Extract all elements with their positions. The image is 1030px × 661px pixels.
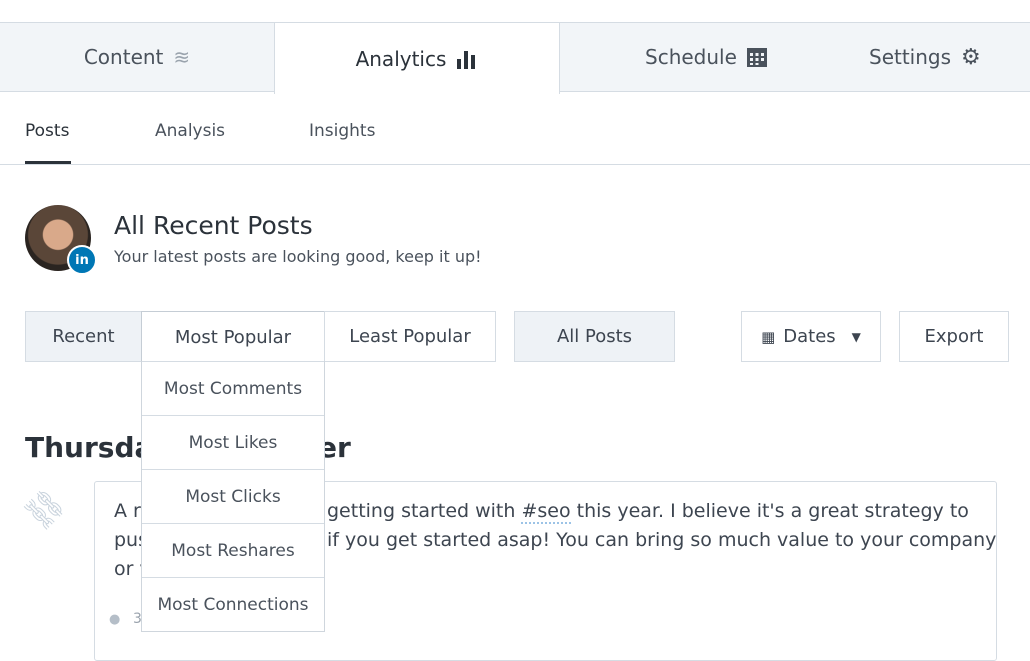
clock-icon: ● (109, 612, 121, 627)
tab-label: Analytics (355, 46, 447, 71)
tab-group-right: Schedule Settings ⚙ (559, 22, 1030, 92)
tab-analytics[interactable]: Analytics (274, 22, 560, 94)
menu-item-most-clicks[interactable]: Most Clicks (142, 469, 324, 523)
divider (0, 164, 1030, 165)
menu-item-most-connections[interactable]: Most Connections (142, 577, 324, 631)
page-subtitle: Your latest posts are looking good, keep… (114, 247, 482, 266)
layers-icon: ≋ (173, 45, 191, 69)
post-text: A r (114, 500, 141, 522)
export-button[interactable]: Export (899, 311, 1009, 362)
dates-label: Dates (783, 326, 836, 347)
post-text: if you get started asap! You can bring s… (327, 529, 997, 551)
calendar-icon (746, 48, 767, 67)
post-text: getting started with #seo this year. I b… (327, 500, 969, 524)
tab-content[interactable]: Content ≋ (0, 22, 275, 92)
recent-button[interactable]: Recent (25, 311, 142, 362)
tab-settings[interactable]: Settings ⚙ (869, 45, 981, 70)
gear-icon: ⚙ (961, 44, 981, 70)
tab-label: Content (83, 45, 164, 69)
tab-label: Schedule (645, 45, 737, 69)
all-posts-button[interactable]: All Posts (514, 311, 675, 362)
menu-item-most-reshares[interactable]: Most Reshares (142, 523, 324, 577)
subtab-posts[interactable]: Posts (25, 121, 69, 141)
least-popular-button[interactable]: Least Popular (324, 311, 496, 362)
subtab-insights[interactable]: Insights (309, 121, 375, 141)
link-icon: ⛓ (16, 481, 73, 537)
sort-dropdown-menu: Most Comments Most Likes Most Clicks Mos… (141, 361, 325, 632)
most-popular-button[interactable]: Most Popular (141, 311, 325, 362)
tab-label: Settings (869, 45, 952, 69)
linkedin-icon: in (67, 245, 97, 275)
subtab-analysis[interactable]: Analysis (155, 121, 225, 141)
dates-button[interactable]: ▦ Dates ▼ (741, 311, 881, 362)
bar-chart-icon (457, 50, 476, 69)
caret-down-icon: ▼ (851, 329, 861, 344)
menu-item-most-likes[interactable]: Most Likes (142, 415, 324, 469)
hashtag-link[interactable]: #seo (521, 500, 571, 524)
tab-schedule[interactable]: Schedule (645, 45, 767, 69)
post-text-part: this year. I believe it's a great strate… (570, 500, 969, 522)
post-text-part: getting started with (327, 500, 522, 522)
linkedin-label: in (75, 252, 89, 268)
calendar-icon: ▦ (761, 327, 776, 346)
page-title: All Recent Posts (114, 211, 313, 240)
menu-item-most-comments[interactable]: Most Comments (142, 361, 324, 415)
